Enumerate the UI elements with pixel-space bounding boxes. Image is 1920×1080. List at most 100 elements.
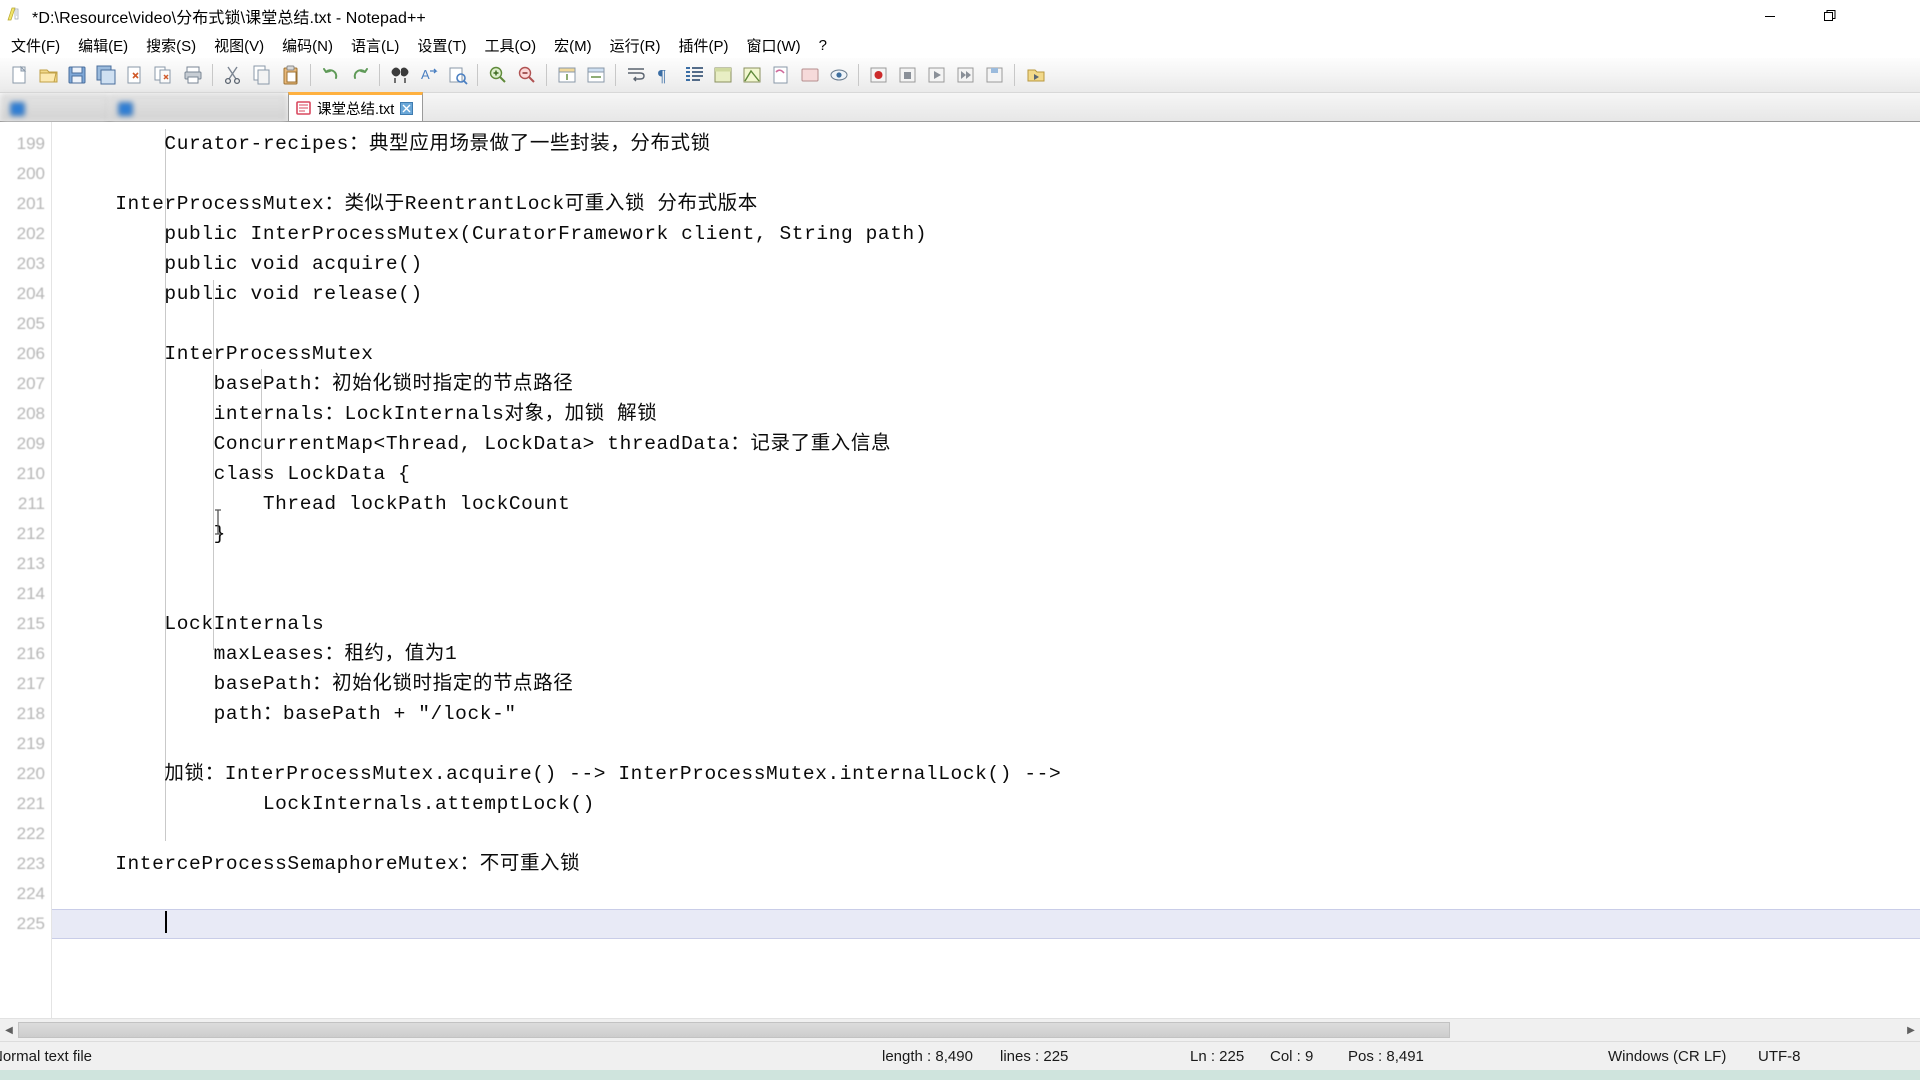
- title-bar: *D:\Resource\video\分布式锁\课堂总结.txt - Notep…: [0, 0, 1920, 32]
- menu-encoding[interactable]: 编码(N): [273, 32, 342, 59]
- tab-obscured-2[interactable]: [110, 95, 286, 121]
- code-line[interactable]: InterProcessMutex: [52, 339, 1920, 369]
- close-file-icon[interactable]: [121, 62, 148, 89]
- code-line[interactable]: Curator-recipes：典型应用场景做了一些封装，分布式锁: [52, 129, 1920, 159]
- function-list-icon[interactable]: [738, 62, 765, 89]
- record-macro-icon[interactable]: [865, 62, 892, 89]
- doc-switcher-icon[interactable]: [796, 62, 823, 89]
- code-line[interactable]: InterceProcessSemaphoreMutex：不可重入锁: [52, 849, 1920, 879]
- scroll-left-arrow-icon[interactable]: ◀: [0, 1020, 18, 1040]
- code-line[interactable]: 加锁：InterProcessMutex.acquire() --> Inter…: [52, 759, 1920, 789]
- line-number: 204: [16, 284, 45, 303]
- code-line[interactable]: internals：LockInternals对象，加锁 解锁: [52, 399, 1920, 429]
- horizontal-scrollbar[interactable]: ◀ ▶: [0, 1018, 1920, 1041]
- monitoring-icon[interactable]: [825, 62, 852, 89]
- menu-window[interactable]: 窗口(W): [737, 32, 809, 59]
- bottom-edge-strip: [0, 1070, 1920, 1080]
- code-line[interactable]: }: [52, 519, 1920, 549]
- minimize-button[interactable]: [1740, 0, 1800, 32]
- tab-kctj[interactable]: 课堂总结.txt: [288, 92, 424, 121]
- menu-search[interactable]: 搜索(S): [137, 32, 205, 59]
- replace-icon[interactable]: A: [415, 62, 442, 89]
- new-file-icon[interactable]: [5, 62, 32, 89]
- scrollbar-thumb[interactable]: [18, 1022, 1450, 1038]
- code-line[interactable]: ConcurrentMap<Thread, LockData> threadDa…: [52, 429, 1920, 459]
- paste-icon[interactable]: [277, 62, 304, 89]
- menu-language[interactable]: 语言(L): [342, 32, 408, 59]
- menu-file[interactable]: 文件(F): [2, 32, 69, 59]
- code-line[interactable]: [52, 579, 1920, 609]
- code-line[interactable]: [52, 309, 1920, 339]
- find-in-files-icon[interactable]: [444, 62, 471, 89]
- save-macro-icon[interactable]: [981, 62, 1008, 89]
- code-text-area[interactable]: Curator-recipes：典型应用场景做了一些封装，分布式锁 InterP…: [52, 122, 1920, 1018]
- code-line[interactable]: public void release(): [52, 279, 1920, 309]
- sync-vertical-icon[interactable]: [553, 62, 580, 89]
- code-line[interactable]: class LockData {: [52, 459, 1920, 489]
- code-line[interactable]: [52, 909, 1920, 939]
- code-line[interactable]: maxLeases：租约，值为1: [52, 639, 1920, 669]
- line-number: 220: [16, 764, 45, 783]
- play-macro-icon[interactable]: [923, 62, 950, 89]
- code-line[interactable]: Thread lockPath lockCount: [52, 489, 1920, 519]
- code-line[interactable]: basePath：初始化锁时指定的节点路径: [52, 669, 1920, 699]
- zoom-out-icon[interactable]: [513, 62, 540, 89]
- menu-edit[interactable]: 编辑(E): [69, 32, 137, 59]
- code-line[interactable]: [52, 819, 1920, 849]
- line-number: 201: [16, 194, 45, 213]
- save-icon[interactable]: [63, 62, 90, 89]
- line-number: 199: [16, 134, 45, 153]
- undo-icon[interactable]: [317, 62, 344, 89]
- close-all-icon[interactable]: [150, 62, 177, 89]
- menu-help[interactable]: ?: [810, 34, 836, 57]
- maximize-restore-button[interactable]: [1800, 0, 1860, 32]
- code-line[interactable]: public InterProcessMutex(CuratorFramewor…: [52, 219, 1920, 249]
- svg-text:¶: ¶: [658, 66, 666, 85]
- zoom-in-icon[interactable]: [484, 62, 511, 89]
- menu-plugins[interactable]: 插件(P): [669, 32, 737, 59]
- code-line[interactable]: LockInternals.attemptLock(): [52, 789, 1920, 819]
- save-all-icon[interactable]: [92, 62, 119, 89]
- cut-icon[interactable]: [219, 62, 246, 89]
- code-line[interactable]: InterProcessMutex：类似于ReentrantLock可重入锁 分…: [52, 189, 1920, 219]
- open-folder-icon[interactable]: [34, 62, 61, 89]
- toolbar-separator: [477, 64, 478, 86]
- code-line[interactable]: path：basePath + "/lock-": [52, 699, 1920, 729]
- menu-macro[interactable]: 宏(M): [545, 32, 601, 59]
- code-line[interactable]: basePath：初始化锁时指定的节点路径: [52, 369, 1920, 399]
- sync-horizontal-icon[interactable]: [582, 62, 609, 89]
- stop-macro-icon[interactable]: [894, 62, 921, 89]
- menu-tools[interactable]: 工具(O): [475, 32, 545, 59]
- doc-map-icon[interactable]: [767, 62, 794, 89]
- code-line[interactable]: [52, 879, 1920, 909]
- word-wrap-icon[interactable]: [622, 62, 649, 89]
- run-macro-multiple-icon[interactable]: [952, 62, 979, 89]
- line-number: 203: [16, 254, 45, 273]
- menu-settings[interactable]: 设置(T): [408, 32, 475, 59]
- code-line[interactable]: LockInternals: [52, 609, 1920, 639]
- show-all-chars-icon[interactable]: ¶: [651, 62, 678, 89]
- scrollbar-track[interactable]: [18, 1021, 1902, 1039]
- indent-guide-icon[interactable]: [680, 62, 707, 89]
- redo-icon[interactable]: [346, 62, 373, 89]
- run-icon[interactable]: [1021, 62, 1048, 89]
- text-caret: [165, 911, 167, 933]
- toolbar-separator: [858, 64, 859, 86]
- user-language-icon[interactable]: [709, 62, 736, 89]
- line-number: 209: [16, 434, 45, 453]
- find-icon[interactable]: [386, 62, 413, 89]
- status-doc-type: Normal text file: [0, 1047, 93, 1065]
- print-icon[interactable]: [179, 62, 206, 89]
- code-line[interactable]: [52, 729, 1920, 759]
- tab-obscured-1[interactable]: [2, 95, 108, 121]
- tab-close-icon[interactable]: [400, 101, 414, 115]
- line-number: 215: [16, 614, 45, 633]
- line-number: 200: [16, 164, 45, 183]
- copy-icon[interactable]: [248, 62, 275, 89]
- code-line[interactable]: [52, 549, 1920, 579]
- menu-view[interactable]: 视图(V): [205, 32, 273, 59]
- code-line[interactable]: [52, 159, 1920, 189]
- scroll-right-arrow-icon[interactable]: ▶: [1902, 1020, 1920, 1040]
- menu-run[interactable]: 运行(R): [601, 32, 670, 59]
- code-line[interactable]: public void acquire(): [52, 249, 1920, 279]
